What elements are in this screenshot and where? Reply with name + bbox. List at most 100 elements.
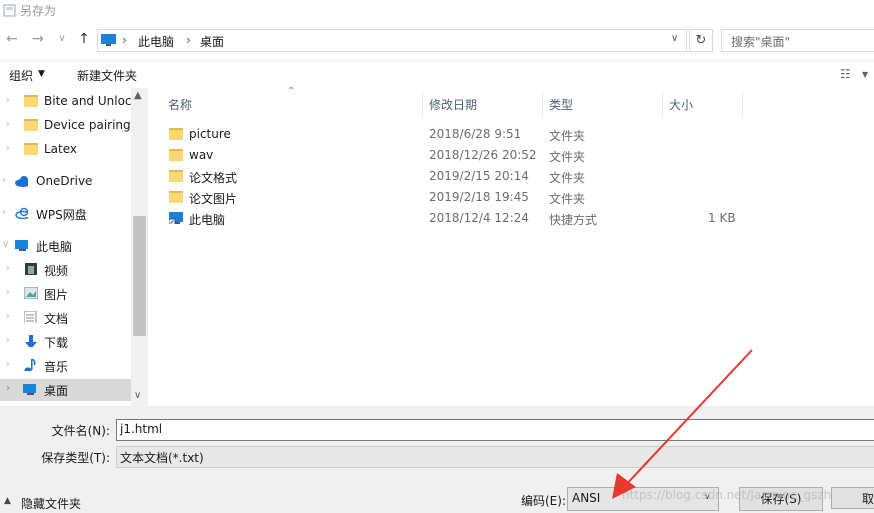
file-row[interactable]: 论文格式 2019/2/15 20:14 文件夹 bbox=[163, 166, 763, 187]
sidebar-item-label: Device pairing bbox=[44, 118, 131, 132]
column-header-name[interactable]: 名称 bbox=[168, 93, 192, 120]
sidebar-item-label: 音乐 bbox=[44, 360, 69, 374]
filename-input[interactable]: j1.html bbox=[116, 419, 874, 441]
back-arrow-icon[interactable]: ← bbox=[2, 28, 22, 50]
sidebar-item-label: 此电脑 bbox=[36, 240, 73, 254]
file-name: wav bbox=[189, 148, 214, 162]
expand-chevron-icon[interactable]: › bbox=[6, 119, 10, 130]
organize-dropdown-icon[interactable]: ▼ bbox=[38, 69, 45, 79]
sidebar-item-videos[interactable]: › 视频 bbox=[0, 259, 131, 281]
download-icon bbox=[25, 335, 37, 347]
column-divider[interactable] bbox=[422, 93, 423, 117]
folder-icon bbox=[169, 128, 183, 140]
new-folder-button[interactable]: 新建文件夹 bbox=[77, 67, 137, 84]
file-row[interactable]: 论文图片 2019/2/18 19:45 文件夹 bbox=[163, 187, 763, 208]
expand-chevron-icon[interactable]: › bbox=[6, 143, 10, 154]
sidebar-item-downloads[interactable]: › 下载 bbox=[0, 331, 131, 353]
expand-chevron-icon[interactable]: › bbox=[6, 263, 10, 274]
sidebar-item-bite-and-unlock[interactable]: › Bite and Unloc bbox=[0, 91, 131, 113]
expand-chevron-icon[interactable]: › bbox=[6, 335, 10, 346]
file-date: 2018/12/4 12:24 bbox=[429, 211, 529, 225]
search-input[interactable]: 搜索"桌面" bbox=[721, 29, 874, 52]
cloud-icon bbox=[15, 176, 28, 187]
file-type: 文件夹 bbox=[549, 129, 586, 143]
file-size: 1 KB bbox=[708, 211, 736, 225]
expand-chevron-icon[interactable]: ∨ bbox=[2, 239, 9, 250]
file-row[interactable]: wav 2018/12/26 20:52 文件夹 bbox=[163, 145, 763, 166]
filename-value: j1.html bbox=[120, 422, 163, 436]
collapse-chevron-icon[interactable]: ▲ bbox=[4, 496, 11, 506]
file-name: 论文格式 bbox=[189, 171, 238, 185]
hide-folders-link[interactable]: 隐藏文件夹 bbox=[21, 495, 81, 512]
file-type: 文件夹 bbox=[549, 192, 586, 206]
sidebar-item-desktop[interactable]: › 桌面 bbox=[0, 379, 131, 401]
document-icon bbox=[24, 311, 37, 323]
view-dropdown-icon[interactable]: ▼ bbox=[862, 70, 868, 79]
column-header-date[interactable]: 修改日期 bbox=[429, 93, 477, 120]
expand-chevron-icon[interactable]: › bbox=[6, 359, 10, 370]
sidebar-item-music[interactable]: › 音乐 bbox=[0, 355, 131, 377]
folder-icon bbox=[24, 143, 38, 155]
expand-chevron-icon[interactable]: › bbox=[2, 175, 6, 186]
sidebar-item-wps-cloud[interactable]: › WPS网盘 bbox=[0, 203, 131, 225]
file-row[interactable]: picture 2018/6/28 9:51 文件夹 bbox=[163, 124, 763, 145]
sidebar-item-label: 桌面 bbox=[44, 384, 69, 398]
cloud-outline-icon bbox=[15, 207, 28, 219]
address-dropdown-icon[interactable]: ∨ bbox=[671, 33, 678, 44]
sidebar-item-pictures[interactable]: › 图片 bbox=[0, 283, 131, 305]
sidebar-item-label: 视频 bbox=[44, 264, 69, 278]
column-header-size[interactable]: 大小 bbox=[669, 93, 693, 120]
sidebar-item-documents[interactable]: › 文档 bbox=[0, 307, 131, 329]
filetype-label: 保存类型(T): bbox=[41, 451, 110, 465]
scroll-up-icon[interactable]: ▲ bbox=[134, 90, 142, 101]
expand-chevron-icon[interactable]: › bbox=[6, 311, 10, 322]
breadcrumb-desktop[interactable]: 桌面 bbox=[200, 33, 224, 50]
column-divider[interactable] bbox=[662, 93, 663, 117]
sidebar-item-label: Bite and Unloc bbox=[44, 94, 131, 108]
sidebar-scrollbar[interactable]: ▲ ∨ bbox=[131, 88, 148, 406]
sidebar-item-label: Latex bbox=[44, 142, 78, 156]
organize-button[interactable]: 组织 bbox=[9, 67, 33, 84]
scrollbar-thumb[interactable] bbox=[133, 216, 146, 336]
up-arrow-icon[interactable]: ↑ bbox=[74, 28, 94, 50]
sidebar-item-label: 下载 bbox=[44, 336, 69, 350]
desktop-icon bbox=[23, 384, 36, 395]
file-row[interactable]: 此电脑 2018/12/4 12:24 快捷方式 1 KB bbox=[163, 208, 763, 229]
expand-chevron-icon[interactable]: › bbox=[2, 207, 6, 218]
toolbar: 组织 ▼ 新建文件夹 ☷ ▼ bbox=[0, 60, 874, 89]
column-divider[interactable] bbox=[742, 93, 743, 117]
navigation-pane: › Bite and Unloc › Device pairing › Late… bbox=[0, 88, 131, 406]
scroll-down-icon[interactable]: ∨ bbox=[134, 390, 141, 401]
view-options-icon[interactable]: ☷ bbox=[840, 67, 851, 81]
sidebar-item-label: 文档 bbox=[44, 312, 69, 326]
forward-arrow-icon[interactable]: → bbox=[28, 28, 48, 50]
refresh-icon[interactable]: ↻ bbox=[689, 29, 713, 52]
expand-chevron-icon[interactable]: › bbox=[6, 95, 10, 106]
recent-chevron-icon[interactable]: ∨ bbox=[52, 28, 72, 50]
sidebar-item-this-pc[interactable]: ∨ 此电脑 bbox=[0, 235, 131, 257]
cancel-button[interactable]: 取 bbox=[831, 487, 874, 509]
folder-icon bbox=[169, 149, 183, 161]
video-icon bbox=[25, 263, 37, 275]
folder-icon bbox=[24, 95, 38, 107]
computer-icon bbox=[15, 240, 28, 251]
column-divider[interactable] bbox=[542, 93, 543, 117]
address-bar[interactable]: › 此电脑 › 桌面 ∨ bbox=[97, 29, 687, 52]
encoding-value: ANSI bbox=[572, 491, 601, 505]
file-type: 文件夹 bbox=[549, 171, 586, 185]
sidebar-item-device-pairing[interactable]: › Device pairing bbox=[0, 115, 131, 137]
sidebar-item-onedrive[interactable]: › OneDrive bbox=[0, 171, 131, 193]
save-as-icon bbox=[3, 4, 16, 17]
file-date: 2019/2/18 19:45 bbox=[429, 190, 529, 204]
file-name: 此电脑 bbox=[189, 213, 226, 227]
music-icon bbox=[24, 359, 36, 371]
column-header-type[interactable]: 类型 bbox=[549, 93, 573, 120]
expand-chevron-icon[interactable]: › bbox=[6, 287, 10, 298]
filetype-select[interactable]: 文本文档(*.txt) bbox=[116, 446, 874, 468]
shortcut-icon bbox=[169, 212, 183, 224]
expand-chevron-icon[interactable]: › bbox=[6, 383, 10, 394]
file-date: 2018/12/26 20:52 bbox=[429, 148, 537, 162]
breadcrumb-this-pc[interactable]: 此电脑 bbox=[138, 33, 174, 50]
sidebar-item-latex[interactable]: › Latex bbox=[0, 139, 131, 161]
sort-ascending-icon: ⌃ bbox=[287, 86, 296, 97]
